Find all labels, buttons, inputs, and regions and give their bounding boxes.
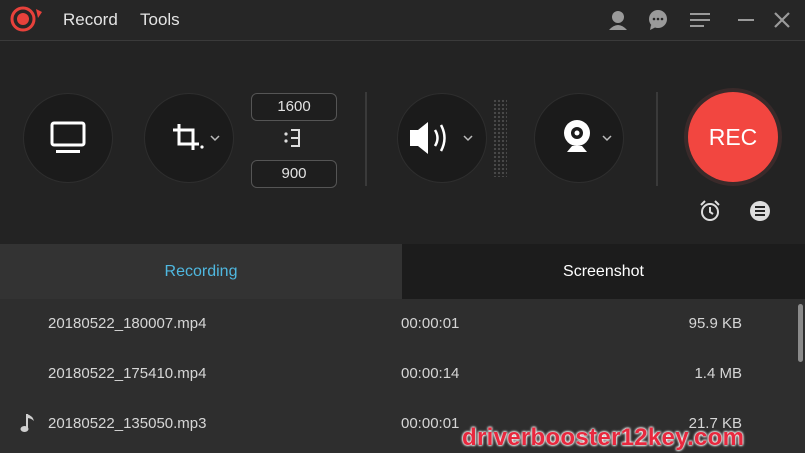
watermark-text: driverbooster12key.com bbox=[462, 424, 745, 451]
monitor-icon bbox=[50, 121, 86, 153]
chevron-down-icon bbox=[463, 135, 473, 142]
user-icon[interactable] bbox=[607, 9, 629, 31]
file-duration: 00:00:01 bbox=[401, 315, 460, 332]
volume-meter bbox=[493, 99, 507, 177]
file-duration: 00:00:01 bbox=[401, 415, 460, 432]
rec-button[interactable]: REC bbox=[688, 92, 778, 182]
title-bar: Record Tools bbox=[0, 0, 805, 41]
file-tabs: Recording Screenshot bbox=[0, 244, 805, 299]
width-field[interactable]: 1600 bbox=[251, 93, 337, 121]
chat-icon[interactable] bbox=[647, 9, 669, 31]
menu-tools[interactable]: Tools bbox=[140, 10, 180, 30]
divider bbox=[656, 92, 658, 186]
divider bbox=[365, 92, 367, 186]
menu-record[interactable]: Record bbox=[63, 10, 118, 30]
task-list-icon[interactable] bbox=[748, 199, 772, 223]
tab-recording[interactable]: Recording bbox=[0, 244, 402, 299]
custom-region-button[interactable] bbox=[144, 93, 234, 183]
recording-controls: 1600 900 REC bbox=[0, 41, 805, 244]
list-item[interactable]: 20180522_180007.mp4 00:00:01 95.9 KB bbox=[0, 299, 796, 349]
file-size: 1.4 MB bbox=[694, 365, 742, 382]
height-field[interactable]: 900 bbox=[251, 160, 337, 188]
chevron-down-icon bbox=[602, 135, 612, 142]
close-icon[interactable] bbox=[771, 9, 793, 31]
link-ratio-icon[interactable] bbox=[281, 127, 305, 149]
list-item[interactable]: 20180522_175410.mp4 00:00:14 1.4 MB bbox=[0, 349, 796, 399]
file-duration: 00:00:14 bbox=[401, 365, 460, 382]
file-size: 95.9 KB bbox=[688, 315, 742, 332]
minimize-icon[interactable] bbox=[735, 9, 757, 31]
file-name: 20180522_175410.mp4 bbox=[48, 365, 207, 382]
full-screen-button[interactable] bbox=[23, 93, 113, 183]
alarm-clock-icon[interactable] bbox=[698, 199, 722, 223]
system-sound-button[interactable] bbox=[397, 93, 487, 183]
list-scrollbar[interactable] bbox=[798, 304, 803, 362]
chevron-down-icon bbox=[210, 135, 220, 142]
app-logo-icon bbox=[10, 6, 42, 32]
file-name: 20180522_180007.mp4 bbox=[48, 315, 207, 332]
menu-icon[interactable] bbox=[689, 9, 711, 31]
file-name: 20180522_135050.mp3 bbox=[48, 415, 207, 432]
tab-screenshot[interactable]: Screenshot bbox=[402, 244, 805, 299]
music-note-icon bbox=[20, 414, 34, 432]
webcam-button[interactable] bbox=[534, 93, 624, 183]
